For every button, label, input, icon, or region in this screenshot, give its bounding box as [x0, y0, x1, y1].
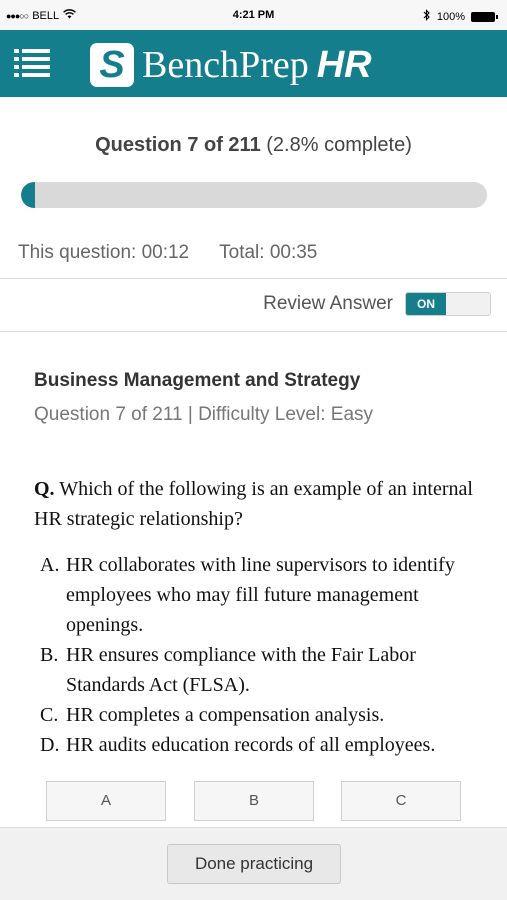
toggle-state: ON [406, 293, 446, 315]
option-a: A. HR collaborates with line supervisors… [40, 554, 455, 636]
option-c: C. HR completes a compensation analysis. [40, 704, 385, 726]
review-answer-row: Review Answer ON [263, 292, 491, 316]
progress-title: Question 7 of 211 (2.8% complete) [0, 134, 507, 157]
brand-name: BenchPrep [142, 44, 309, 86]
question-meta: Question 7 of 211 | Difficulty Level: Ea… [34, 404, 374, 425]
question-timer: This question: 00:12 [18, 242, 190, 263]
progress-fill [21, 182, 35, 208]
answer-button-a[interactable]: A [46, 781, 166, 821]
battery-icon [471, 11, 498, 22]
question-body: Which of the following is an example of … [34, 478, 473, 530]
list-menu-icon[interactable] [14, 49, 50, 77]
question-prefix: Q. [34, 478, 55, 500]
progress-bar [21, 182, 487, 208]
divider [0, 278, 507, 279]
answer-button-b[interactable]: B [194, 781, 314, 821]
divider [0, 331, 507, 332]
battery-percent: 100% [436, 10, 465, 23]
question-counter: Question 7 of 211 [95, 134, 261, 156]
review-answer-toggle[interactable]: ON [405, 292, 491, 316]
timers: This question: 00:12 Total: 00:35 [18, 242, 317, 264]
question-category: Business Management and Strategy [34, 370, 361, 391]
footer-bar: Done practicing [0, 827, 507, 900]
percent-complete: (2.8% complete) [266, 134, 412, 156]
review-answer-label: Review Answer [263, 293, 393, 314]
status-bar: ●●●○○ BELL 4:21 PM 100% [0, 0, 507, 30]
option-d: D. HR audits education records of all em… [40, 734, 436, 756]
logo-s-icon: S [90, 43, 134, 87]
total-timer: Total: 00:35 [219, 242, 318, 263]
brand-logo: S BenchPrep HR [90, 43, 372, 87]
question-text: Q. Which of the following is an example … [34, 474, 474, 534]
answer-options: A. HR collaborates with line supervisors… [40, 550, 480, 760]
answer-button-c[interactable]: C [341, 781, 461, 821]
done-practicing-button[interactable]: Done practicing [167, 844, 341, 884]
option-b: B. HR ensures compliance with the Fair L… [40, 644, 416, 696]
brand-suffix: HR [316, 44, 372, 86]
bluetooth-icon [423, 9, 431, 24]
app-header: S BenchPrep HR [0, 30, 507, 97]
